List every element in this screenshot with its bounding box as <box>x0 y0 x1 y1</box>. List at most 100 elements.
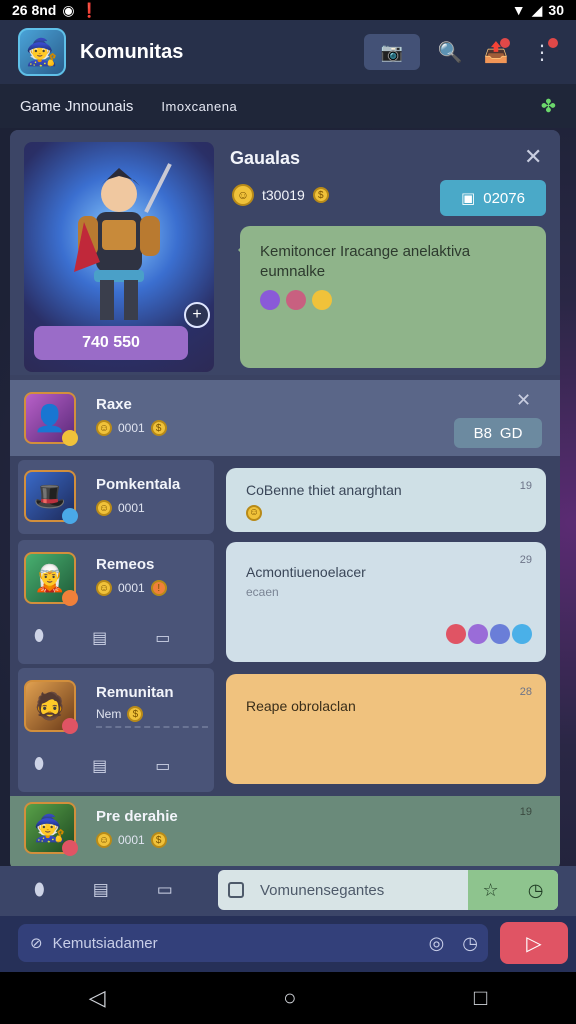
red-emoji-icon <box>446 624 466 644</box>
alert-status-icon: ❗ <box>80 1 99 18</box>
edit-icon: ⊘ <box>30 935 43 952</box>
id-pill-button[interactable]: ▣ 02076 <box>440 180 546 216</box>
row-meta: ☺ 0001 <box>96 500 145 516</box>
id-card-icon: ▣ <box>461 190 476 207</box>
leaf-icon[interactable]: ⬮ <box>34 880 45 900</box>
image-icon[interactable]: ▭ <box>155 756 170 776</box>
row-meta-value: Nem <box>96 707 122 721</box>
avatar: 🧙 <box>24 802 78 856</box>
smile-coin-icon: ☺ <box>232 184 254 206</box>
add-icon[interactable]: + <box>184 302 210 328</box>
clock-icon[interactable]: ◷ <box>462 933 478 954</box>
send-button[interactable]: ▷ <box>500 922 568 964</box>
warrior-character-icon <box>74 163 172 320</box>
clock-icon[interactable]: ◷ <box>528 880 544 901</box>
hero-message-text: Kemitoncer Iracange anelaktiva eumnalke <box>260 243 471 280</box>
timestamp: 28 <box>519 686 532 698</box>
bag-icon[interactable]: ▤ <box>93 880 109 900</box>
status-time: 26 8nd <box>12 2 57 18</box>
coin-icon: $ <box>150 832 167 848</box>
coin-icon: ☺ <box>96 500 112 516</box>
image-icon[interactable]: ▭ <box>157 880 173 900</box>
bag-icon[interactable]: ▤ <box>92 756 107 776</box>
tab-games[interactable]: Game Jnnounais <box>20 98 133 115</box>
timestamp: 19 <box>519 480 532 492</box>
wifi-icon: ▼ <box>511 2 526 18</box>
hero-title: Gaualas <box>230 148 301 168</box>
gem-icon <box>468 624 488 644</box>
coin-icon: ☺ <box>96 832 112 848</box>
hero-stat: ☺ t30019 $ <box>232 184 329 206</box>
image-icon[interactable]: ▭ <box>155 628 170 648</box>
message-subtext: ecaen <box>246 585 279 599</box>
star-icon <box>512 624 532 644</box>
more-icon[interactable]: ⋮ <box>526 36 558 68</box>
home-icon[interactable]: ○ <box>283 985 296 1011</box>
price-button[interactable]: 740 550 <box>34 326 188 360</box>
row-meta-value: 0001 <box>118 833 145 847</box>
leaf-icon[interactable]: ⬮ <box>34 756 44 776</box>
composer-row: ⬮ ▤ ▭ Vomunensegantes ☆ ◷ <box>0 866 576 916</box>
input-bar: ⊘ Kemutsiadamer ◎ ◷ ▷ <box>0 916 576 972</box>
notification-icon[interactable]: 📤 <box>480 36 512 68</box>
row-meta: ☺ 0001 $ <box>96 832 167 848</box>
leaf-icon[interactable]: ✤ <box>541 96 556 117</box>
row-name: Pomkentala <box>96 476 181 493</box>
row-meta-value: 0001 <box>118 581 145 595</box>
status-bar: 26 8nd ◉ ❗ ▼ ◢ 30 <box>0 0 576 20</box>
list-item[interactable]: 🧔 Remunitan Nem $ ⬮ ▤ ▭ Reape obrolaclan… <box>10 668 560 792</box>
row-name: Pre derahie <box>96 808 178 825</box>
row-meta-value: 0001 <box>118 421 145 435</box>
signal-icon: ◢ <box>531 1 543 18</box>
sub-tabs: Game Jnnounais Imoxcanena ✤ <box>0 84 576 128</box>
divider <box>96 726 208 728</box>
close-icon[interactable]: ✕ <box>516 390 531 411</box>
timestamp: 19 <box>519 806 532 818</box>
camera-button[interactable]: 📷 <box>364 34 420 70</box>
tag-button[interactable]: B8 GD <box>454 418 542 448</box>
game-status-icon: ◉ <box>62 1 75 18</box>
app-avatar[interactable]: 🧙 <box>18 28 66 76</box>
hero-stat-value: t30019 <box>262 187 305 203</box>
row-name: Raxe <box>96 396 132 413</box>
pink-emoji-icon <box>286 290 306 310</box>
bag-icon[interactable]: ▤ <box>92 628 107 648</box>
tag-prefix: B8 <box>473 424 492 442</box>
row-meta: Nem $ <box>96 706 144 722</box>
system-navbar: ◁ ○ □ <box>0 972 576 1024</box>
message-composer[interactable]: Vomunensegantes ☆ ◷ <box>218 870 558 910</box>
coin-icon: ☺ <box>96 580 112 596</box>
coin-icon: $ <box>150 420 167 436</box>
search-input[interactable]: ⊘ Kemutsiadamer ◎ ◷ <box>18 924 488 962</box>
search-placeholder: Kemutsiadamer <box>52 934 158 952</box>
status-battery: 30 <box>548 2 564 18</box>
attach-icon[interactable] <box>228 882 244 898</box>
list-item[interactable]: 🎩 Pomkentala ☺ 0001 CoBenne thiet anargh… <box>10 460 560 534</box>
tab-imoxcanena[interactable]: Imoxcanena <box>161 99 237 114</box>
message-bubble: CoBenne thiet anarghtan ☺ 19 <box>226 468 546 532</box>
row-name: Remeos <box>96 556 155 573</box>
fire-coin-icon: ! <box>150 580 167 596</box>
gold-coin-icon: $ <box>312 187 329 203</box>
app-title: Komunitas <box>80 40 184 63</box>
star-icon[interactable]: ☆ <box>483 880 499 901</box>
coin-icon: $ <box>127 706 144 722</box>
back-icon[interactable]: ◁ <box>89 985 106 1011</box>
list-item[interactable]: 🧙 Pre derahie ☺ 0001 $ 19 <box>10 796 560 870</box>
search-icon[interactable]: 🔍 <box>434 36 466 68</box>
camera-icon[interactable]: ◎ <box>429 933 445 954</box>
leaf-icon[interactable]: ⬮ <box>34 628 44 648</box>
message-text: Reape obrolaclan <box>246 698 356 714</box>
avatar: 👤 <box>24 392 78 446</box>
list-item[interactable]: 👤 Raxe ☺ 0001 $ ✕ B8 GD <box>10 380 560 456</box>
list-item[interactable]: 🧝 Remeos ☺ 0001 ! ⬮ ▤ ▭ Acmontiuenoelace… <box>10 540 560 664</box>
smile-emoji-icon: ☺ <box>246 505 262 521</box>
message-bubble: Acmontiuenoelacer ecaen 29 <box>226 542 546 662</box>
check-shield-icon <box>490 624 510 644</box>
row-meta: ☺ 0001 ! <box>96 580 167 596</box>
avatar: 🧝 <box>24 552 78 606</box>
close-icon[interactable]: ✕ <box>524 144 542 170</box>
purple-emoji-icon <box>260 290 280 310</box>
smile-emoji-icon <box>312 290 332 310</box>
recents-icon[interactable]: □ <box>474 985 487 1011</box>
